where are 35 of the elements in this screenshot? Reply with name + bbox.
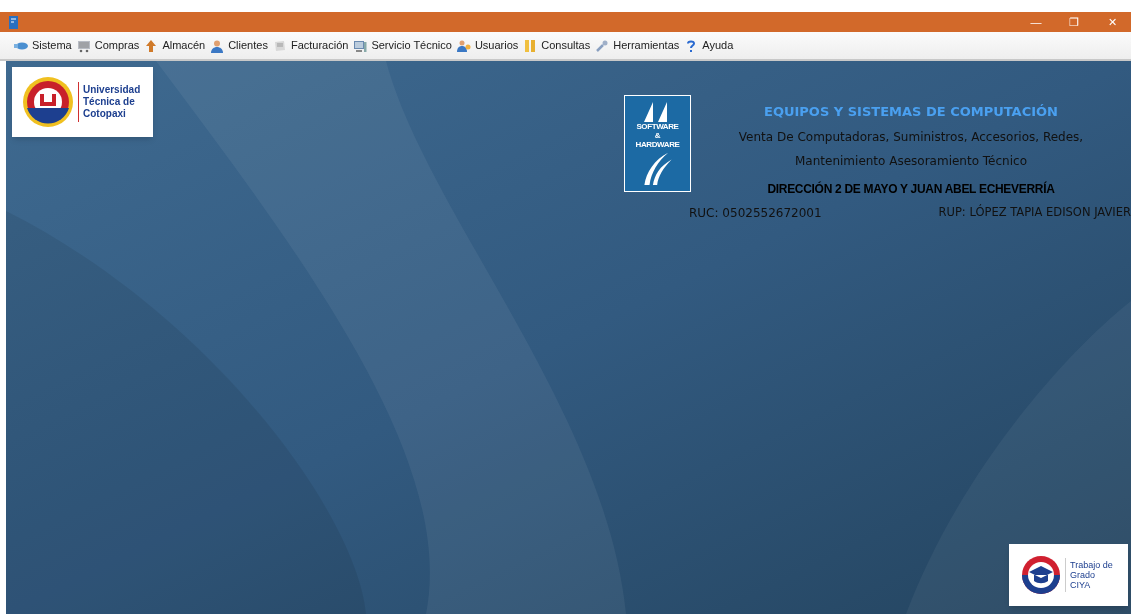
menu-item[interactable]: Usuarios — [456, 37, 519, 54]
company-title: EQUIPOS Y SISTEMAS DE COMPUTACIÓN — [764, 103, 1058, 121]
document-icon — [272, 38, 287, 53]
menu-item[interactable]: Almacén — [144, 37, 206, 54]
menu-item[interactable]: Consultas — [523, 37, 591, 54]
rup-text: RUP: LÓPEZ TAPIA EDISON JAVIER — [938, 203, 1131, 221]
close-button[interactable]: ✕ — [1093, 12, 1131, 32]
minimize-button[interactable]: — — [1017, 12, 1055, 32]
logo-text: SOFTWARE — [635, 122, 680, 131]
users-icon — [456, 38, 471, 53]
menu-item[interactable]: Servicio Técnico — [353, 37, 452, 54]
university-seal-icon — [22, 76, 74, 128]
menu-item[interactable]: Compras — [76, 37, 140, 54]
graduation-cap-icon — [1021, 555, 1061, 595]
menu-item[interactable]: Facturación — [272, 37, 349, 54]
computer-icon — [353, 38, 368, 53]
grade-logo-text: Trabajo de Grado CIYA — [1070, 560, 1113, 590]
logo-text: HARDWARE — [635, 140, 680, 149]
restore-button[interactable]: ❐ — [1055, 12, 1093, 32]
company-address: DIRECCIÓN 2 DE MAYO Y JUAN ABEL ECHEVERRÍA — [767, 179, 1055, 199]
up-arrow-icon — [144, 38, 159, 53]
company-description: Mantenimiento Asesoramiento Técnico — [795, 152, 1027, 170]
wrench-icon — [595, 38, 610, 53]
university-name: Universidad Técnica de Cotopaxi — [83, 84, 141, 120]
menu-item[interactable]: Clientes — [210, 37, 268, 54]
logo-text: & — [653, 131, 662, 140]
menu-item[interactable]: Ayuda — [684, 37, 734, 54]
cart-icon — [76, 38, 91, 53]
menu-item[interactable]: Sistema — [14, 37, 72, 54]
folder-icon — [523, 38, 538, 53]
user-icon — [210, 38, 225, 53]
menu-item[interactable]: Herramientas — [595, 37, 680, 54]
ruc-text: RUC: 0502552672001 — [689, 204, 822, 222]
app-icon — [9, 15, 18, 29]
company-description: Venta De Computadoras, Suministros, Accesorios, Redes, — [738, 128, 1084, 146]
